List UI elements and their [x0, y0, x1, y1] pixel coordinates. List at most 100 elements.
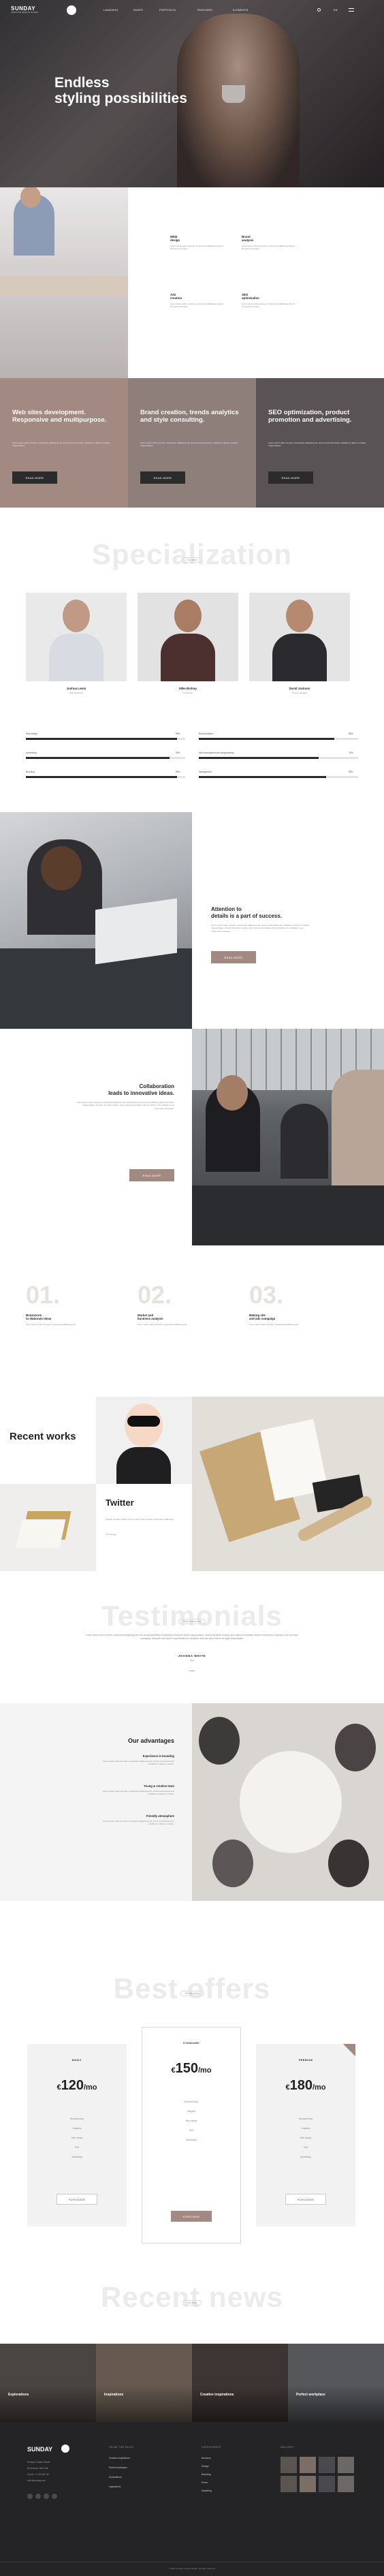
- plan-feature: Web design: [71, 2137, 83, 2139]
- plan-purchase-button[interactable]: PURCHASE: [285, 2194, 326, 2205]
- nav-features[interactable]: FEATURES: [197, 9, 212, 12]
- nav-landings[interactable]: LANDINGS: [103, 9, 118, 12]
- step-number: 01.: [26, 1281, 61, 1309]
- plan-unit: /mo: [312, 2083, 326, 2092]
- news-overlay: [288, 2385, 384, 2422]
- advantage-text: Lorem ipsum dolor sit amet, consectetur …: [102, 1760, 174, 1766]
- service-text: Lorem ipsum dolor sit amet, consectetur …: [242, 302, 295, 309]
- hero-title: Endless styling possibilities: [54, 75, 187, 106]
- testimonial-dots[interactable]: [189, 1671, 195, 1673]
- plan-feature: Advertising: [71, 2156, 82, 2158]
- promo-title: SEO optimization, product promotion and …: [268, 409, 352, 424]
- skill-bar-fill: [199, 757, 319, 759]
- footer-gallery-thumb[interactable]: [300, 2476, 316, 2492]
- footer-category-link[interactable]: Marketing: [202, 2489, 212, 2492]
- plan-feature: Brainstorming: [185, 2100, 198, 2103]
- footer: [0, 2422, 384, 2576]
- twitter-icon[interactable]: [35, 2494, 41, 2499]
- plan-amount: 180: [289, 2078, 313, 2093]
- service-title: SEO optimization: [242, 293, 259, 300]
- footer-blog-link[interactable]: Perfect workplace: [109, 2466, 127, 2469]
- promo-read-more-button[interactable]: READ MORE: [268, 471, 313, 484]
- nav-elements[interactable]: ELEMENTS: [233, 9, 249, 12]
- news-card[interactable]: [96, 2344, 192, 2422]
- promo-read-more-button[interactable]: READ MORE: [140, 471, 185, 484]
- offers-pill: Pricing plans: [180, 1991, 204, 1996]
- footer-contact-line: Sunday Creative Studio: [27, 2461, 50, 2464]
- plan-feature: Brainstorming: [70, 2117, 84, 2120]
- nav-pages[interactable]: PAGES: [133, 9, 143, 12]
- news-card[interactable]: [0, 2344, 96, 2422]
- footer-blog-link[interactable]: Creative inspirations: [109, 2457, 130, 2459]
- advantages-photo: [192, 1703, 384, 1901]
- offers-watermark: Best offers: [113, 1972, 271, 2004]
- plan-purchase-button[interactable]: PURCHASE: [57, 2194, 97, 2205]
- plan-name: STANDARD: [183, 2042, 199, 2045]
- footer-gallery-thumb[interactable]: [338, 2476, 354, 2492]
- promo-title: Brand creation, trends analytics and sty…: [140, 409, 239, 424]
- team-photo: [249, 593, 350, 681]
- promo-read-more-button[interactable]: READ MORE: [12, 471, 57, 484]
- ribbon-corner: [343, 2044, 355, 2056]
- promo-text: Lorem ipsum dolor sit amet, consectetur …: [140, 441, 238, 448]
- footer-category-link[interactable]: Design: [202, 2465, 209, 2468]
- skill-bar: [26, 738, 185, 740]
- services-photo: [0, 187, 128, 378]
- skill-bar-fill: [199, 738, 334, 740]
- footer-logo[interactable]: SUNDAY: [27, 2446, 52, 2453]
- footer-categories-heading: CATEGORIES: [202, 2446, 221, 2449]
- attention-read-more-button[interactable]: READ MORE: [211, 951, 256, 963]
- step-text: Lorem ipsum dolor sit amet, consectetur …: [26, 1323, 76, 1326]
- team-member-name: David Jackson: [289, 687, 310, 690]
- footer-gallery-thumb[interactable]: [319, 2476, 335, 2492]
- work-woman-photo: [96, 1397, 192, 1484]
- team-member-name: Joshua Lewis: [66, 687, 86, 690]
- search-icon[interactable]: [317, 8, 321, 12]
- attention-photo: [0, 812, 192, 1029]
- footer-blog-link[interactable]: Inspirations: [109, 2485, 121, 2488]
- google-icon[interactable]: [52, 2494, 57, 2499]
- footer-gallery-thumb[interactable]: [300, 2457, 316, 2473]
- promo-title: Web sites development. Responsive and mu…: [12, 409, 107, 424]
- team-photo: [138, 593, 238, 681]
- nav-portfolio[interactable]: PORTFOLIO: [159, 9, 176, 12]
- work-stationery-photo: [192, 1397, 384, 1571]
- footer-logo-mark-icon: [61, 2445, 69, 2453]
- testimonial-role: CEO: [189, 1659, 195, 1662]
- footer-contact-line: 5th Avenue, New York: [27, 2467, 49, 2470]
- service-text: Lorem ipsum dolor sit amet, consectetur …: [170, 302, 223, 309]
- footer-gallery-thumb[interactable]: [281, 2457, 297, 2473]
- skill-percent: 95%: [176, 771, 180, 773]
- advantage-text: Lorem ipsum dolor sit amet, consectetur …: [102, 1790, 174, 1796]
- facebook-icon[interactable]: [27, 2494, 33, 2499]
- lang-switch[interactable]: EN: [334, 9, 338, 12]
- twitter-card[interactable]: Twitter Sunday Creative Studio: Lorem ip…: [96, 1484, 192, 1571]
- footer-category-link[interactable]: Business: [202, 2457, 211, 2459]
- testimonial-quote: Lorem ipsum dolor sit amet, consectetur …: [86, 1634, 298, 1640]
- news-title: Creative inspirations: [200, 2393, 234, 2397]
- footer-gallery-thumb[interactable]: [281, 2476, 297, 2492]
- plan-purchase-button[interactable]: PURCHASE: [171, 2211, 212, 2222]
- skill-percent: 90%: [176, 751, 180, 754]
- footer-gallery-thumb[interactable]: [338, 2457, 354, 2473]
- skill-label: Branding: [26, 771, 35, 773]
- menu-icon[interactable]: [349, 8, 354, 12]
- footer-blog-heading: FROM THE BLOG: [109, 2446, 134, 2449]
- logo[interactable]: SUNDAY CREATIVE DESIGN STUDIO: [11, 5, 39, 14]
- team-member-role: Art director: [182, 692, 193, 694]
- advantage-title: Friendly atmosphere: [146, 1814, 174, 1818]
- team-member-name: Mike Bishop: [179, 687, 197, 690]
- plan-unit: /mo: [83, 2083, 97, 2092]
- footer-blog-link[interactable]: Explorations: [109, 2476, 122, 2479]
- footer-category-link[interactable]: Photo: [202, 2481, 208, 2484]
- instagram-icon[interactable]: [44, 2494, 49, 2499]
- news-card[interactable]: [192, 2344, 288, 2422]
- promo-text: Lorem ipsum dolor sit amet, consectetur …: [12, 441, 110, 448]
- news-overlay: [192, 2385, 288, 2422]
- footer-gallery-thumb[interactable]: [319, 2457, 335, 2473]
- news-card[interactable]: [288, 2344, 384, 2422]
- laptop: [95, 898, 177, 965]
- footer-category-link[interactable]: Branding: [202, 2473, 211, 2476]
- collab-read-more-button[interactable]: READ MORE: [129, 1169, 174, 1181]
- step-title: Making site and ads campaign: [249, 1314, 276, 1321]
